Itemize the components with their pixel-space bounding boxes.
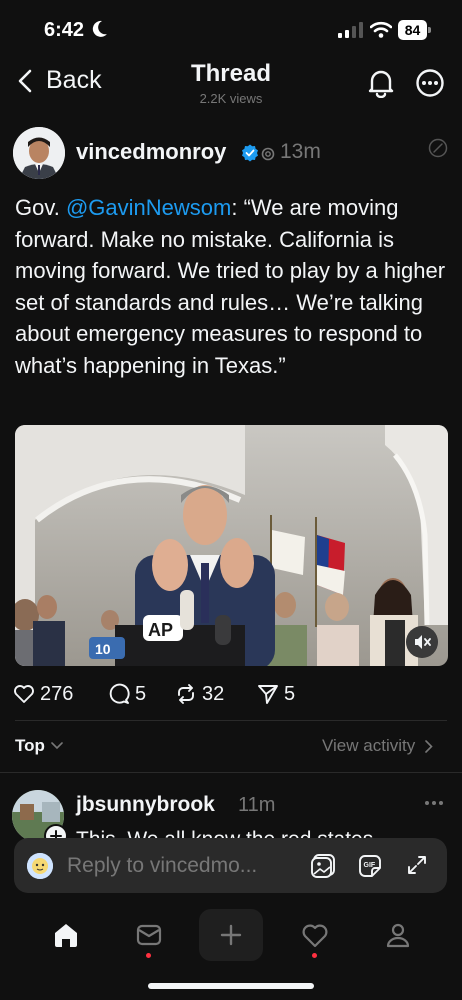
chevron-right-icon	[425, 739, 433, 753]
notification-dot	[312, 953, 317, 958]
thread-header: Back Thread 2.2K views	[0, 58, 462, 110]
chevron-down-icon	[51, 742, 63, 750]
post-text-body: : “We are moving forward. Make no mistak…	[15, 195, 446, 378]
share-button[interactable]: 5	[257, 680, 295, 708]
expand-icon[interactable]	[406, 854, 428, 876]
notification-dot	[146, 953, 151, 958]
nav-profile[interactable]	[367, 905, 427, 965]
divider	[0, 772, 462, 773]
post-timestamp: 13m	[280, 140, 321, 163]
battery-level: 84	[398, 20, 427, 40]
signal-icon	[338, 22, 363, 38]
home-icon	[55, 924, 77, 947]
composer-avatar	[27, 853, 53, 879]
view-activity-label: View activity	[322, 736, 416, 755]
threads-ring-icon	[261, 147, 275, 161]
nav-activity[interactable]	[284, 905, 344, 965]
send-icon	[258, 685, 278, 704]
status-bar: 6:42 84	[0, 0, 462, 58]
reply-input[interactable]	[67, 852, 292, 880]
like-button[interactable]: 276	[13, 680, 73, 708]
more-dots-icon[interactable]	[424, 798, 444, 808]
inbox-icon	[136, 924, 162, 946]
reply-composer: GIF	[14, 838, 447, 893]
sort-label: Top	[15, 736, 45, 755]
edit-history-icon[interactable]	[428, 138, 448, 158]
moon-icon	[92, 20, 107, 37]
divider	[15, 720, 447, 721]
heart-icon	[302, 924, 328, 948]
share-count: 5	[284, 682, 296, 705]
new-thread-button[interactable]	[199, 909, 263, 961]
comment-icon	[109, 683, 130, 704]
home-indicator	[148, 983, 314, 989]
comment-button[interactable]: 5	[108, 680, 146, 708]
svg-text:GIF: GIF	[364, 862, 376, 869]
repost-count: 32	[202, 682, 225, 705]
bell-icon[interactable]	[367, 68, 395, 98]
repost-button[interactable]: 32	[175, 680, 224, 708]
plus-icon	[220, 924, 242, 946]
reply-username[interactable]: jbsunnybrook	[76, 793, 215, 817]
profile-icon	[386, 923, 410, 948]
status-time: 6:42	[44, 19, 85, 41]
post-text: Gov. @GavinNewsom: “We are moving forwar…	[15, 192, 453, 381]
verified-badge-icon	[242, 144, 258, 162]
heart-icon	[14, 685, 34, 703]
sort-dropdown[interactable]: Top	[15, 736, 63, 756]
mic-flag-label: AP	[148, 620, 173, 640]
photo-icon[interactable]	[310, 853, 336, 879]
like-count: 276	[40, 682, 74, 705]
post-text-prefix: Gov.	[15, 195, 66, 220]
mention-link[interactable]: @GavinNewsom	[66, 195, 231, 220]
battery-icon: 84	[398, 20, 431, 40]
repost-icon	[178, 684, 194, 704]
nav-home[interactable]	[35, 905, 95, 965]
more-options-icon[interactable]	[415, 68, 445, 98]
wifi-icon	[370, 21, 392, 38]
gif-icon[interactable]: GIF	[357, 853, 383, 879]
bottom-nav	[0, 905, 462, 965]
view-activity-link[interactable]: View activity	[322, 736, 433, 756]
author-username[interactable]: vincedmonroy	[76, 139, 226, 165]
mic-tag-label: 10	[95, 641, 111, 657]
reply-timestamp: 11m	[238, 794, 276, 816]
comment-count: 5	[135, 682, 147, 705]
nav-inbox[interactable]	[118, 905, 178, 965]
author-avatar[interactable]	[13, 127, 65, 179]
mute-icon[interactable]	[406, 626, 438, 658]
post-video[interactable]: AP 10	[15, 425, 448, 666]
